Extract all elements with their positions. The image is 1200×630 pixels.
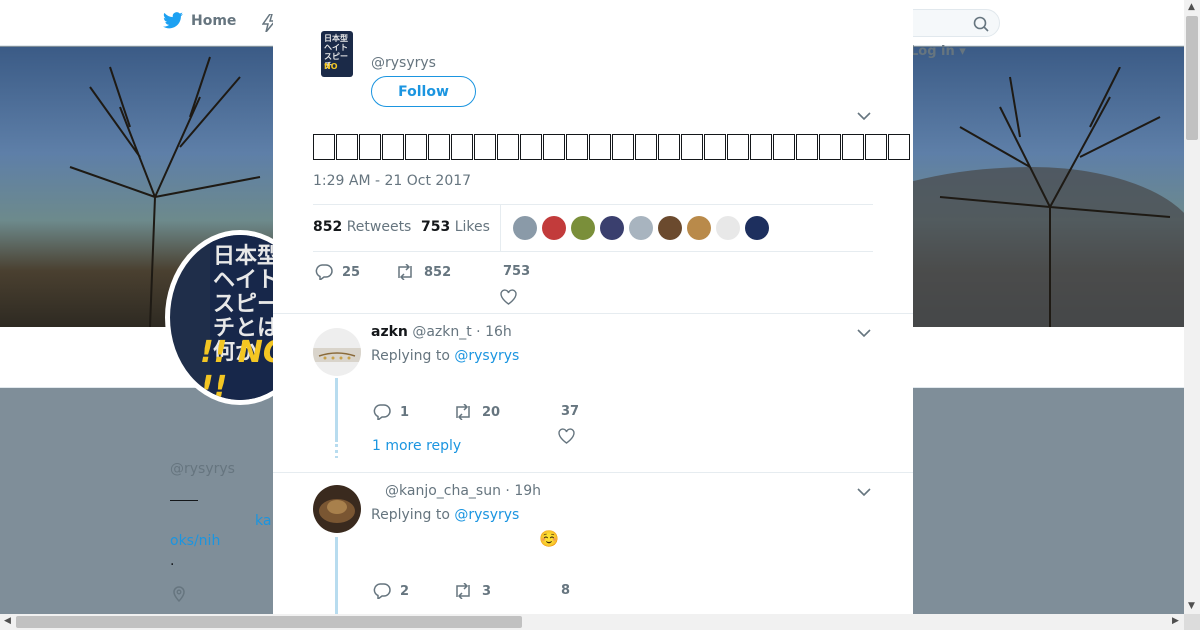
thread-line — [335, 537, 338, 614]
replying-to: Replying to @rysyrys — [371, 507, 520, 523]
nav-home-label: Home — [191, 12, 237, 29]
tweet-actions: 25 852 753 — [273, 264, 913, 312]
missing-glyph — [336, 133, 358, 160]
missing-glyph — [727, 133, 749, 160]
retweet-icon — [456, 583, 470, 599]
reply-avatar[interactable] — [313, 485, 361, 533]
follow-button[interactable]: Follow — [371, 76, 476, 107]
missing-glyph — [658, 133, 680, 160]
reply-button[interactable]: 2 — [373, 583, 409, 599]
reply-button[interactable]: 25 — [315, 264, 360, 280]
reply-tweet[interactable]: azkn @azkn_t · 16h Replying to @rysyrys … — [273, 314, 913, 472]
search-icon — [973, 16, 989, 32]
retweet-button[interactable]: 3 — [453, 583, 491, 599]
login-link[interactable]: Log in ▾ — [910, 44, 966, 59]
missing-glyph — [750, 133, 772, 160]
missing-glyph — [474, 133, 496, 160]
tweet-author-avatar[interactable]: 日本型ヘイトスピーチ NO — [321, 31, 353, 77]
liker-avatars — [513, 216, 769, 240]
reply-header: @kanjo_cha_sun · 19h — [385, 483, 542, 499]
chevron-down-icon[interactable] — [857, 328, 871, 338]
chevron-down-icon[interactable] — [857, 111, 871, 121]
missing-glyph — [428, 133, 450, 160]
reply-text: ☺️ — [539, 529, 559, 548]
heart-icon[interactable] — [558, 428, 575, 444]
location-pin-icon — [173, 586, 185, 602]
retweet-stat[interactable]: 852 Retweets — [313, 219, 411, 235]
reply-icon — [373, 404, 391, 420]
liker-avatar[interactable] — [629, 216, 653, 240]
missing-glyph — [589, 133, 611, 160]
profile-handle: @rysyrys — [170, 461, 235, 477]
reply-tweet[interactable]: @kanjo_cha_sun · 19h Replying to @rysyry… — [273, 473, 913, 614]
missing-glyph — [313, 133, 335, 160]
tweet-stats: 852 Retweets 753 Likes — [313, 204, 873, 252]
reply-button[interactable]: 1 — [373, 404, 409, 420]
horizontal-scrollbar[interactable]: ◀ ▶ — [0, 614, 1184, 630]
missing-glyph — [382, 133, 404, 160]
missing-glyph — [681, 133, 703, 160]
liker-avatar[interactable] — [658, 216, 682, 240]
missing-glyph — [359, 133, 381, 160]
retweet-icon — [398, 264, 412, 280]
like-count: 753 — [503, 264, 531, 279]
profile-bio-divider — [170, 500, 198, 501]
missing-glyph — [888, 133, 910, 160]
reply-icon — [315, 264, 333, 280]
liker-avatar[interactable] — [513, 216, 537, 240]
liker-avatar[interactable] — [716, 216, 740, 240]
liker-avatar[interactable] — [745, 216, 769, 240]
thread-line — [335, 378, 338, 442]
vertical-scrollbar[interactable]: ▲ ▼ — [1184, 0, 1200, 614]
chevron-down-icon[interactable] — [857, 487, 871, 497]
missing-glyph — [842, 133, 864, 160]
missing-glyph — [543, 133, 565, 160]
missing-glyph — [819, 133, 841, 160]
tweet-text — [313, 128, 913, 164]
missing-glyph — [796, 133, 818, 160]
twitter-bird-icon — [163, 12, 183, 29]
tweet-permalink-modal: 日本型ヘイトスピーチ NO @rysyrys Follow 1:29 AM - … — [273, 0, 913, 614]
profile-bio-link[interactable]: oks/nih — [170, 533, 220, 549]
banner-tree — [939, 67, 1171, 327]
tweet-timestamp[interactable]: 1:29 AM - 21 Oct 2017 — [313, 173, 471, 189]
liker-avatar[interactable] — [600, 216, 624, 240]
profile-bio-text: . — [170, 553, 175, 569]
missing-glyph — [405, 133, 427, 160]
missing-glyph — [520, 133, 542, 160]
close-icon[interactable] — [1152, 10, 1180, 38]
nav-home-link[interactable]: Home — [163, 12, 236, 29]
missing-glyph — [704, 133, 726, 160]
more-replies-link[interactable]: 1 more reply — [372, 438, 461, 454]
like-count: 37 — [561, 404, 580, 419]
reply-header: azkn @azkn_t · 16h — [371, 324, 512, 340]
reply-icon — [373, 583, 391, 599]
missing-glyph — [451, 133, 473, 160]
likes-stat[interactable]: 753 Likes — [421, 219, 490, 235]
reply-avatar[interactable] — [313, 328, 361, 376]
missing-glyph — [612, 133, 634, 160]
missing-glyph — [773, 133, 795, 160]
liker-avatar[interactable] — [542, 216, 566, 240]
profile-bio-link[interactable]: ka — [255, 513, 271, 529]
like-count: 8 — [561, 583, 571, 598]
retweet-button[interactable]: 852 — [395, 264, 451, 280]
tweet-author-handle[interactable]: @rysyrys — [371, 55, 436, 71]
heart-icon[interactable] — [500, 289, 517, 305]
missing-glyph — [635, 133, 657, 160]
missing-glyph — [865, 133, 887, 160]
missing-glyph — [497, 133, 519, 160]
retweet-icon — [456, 404, 470, 420]
missing-glyph — [566, 133, 588, 160]
liker-avatar[interactable] — [571, 216, 595, 240]
retweet-button[interactable]: 20 — [453, 404, 500, 420]
search-input[interactable] — [900, 9, 1000, 37]
replying-to: Replying to @rysyrys — [371, 348, 520, 364]
liker-avatar[interactable] — [687, 216, 711, 240]
